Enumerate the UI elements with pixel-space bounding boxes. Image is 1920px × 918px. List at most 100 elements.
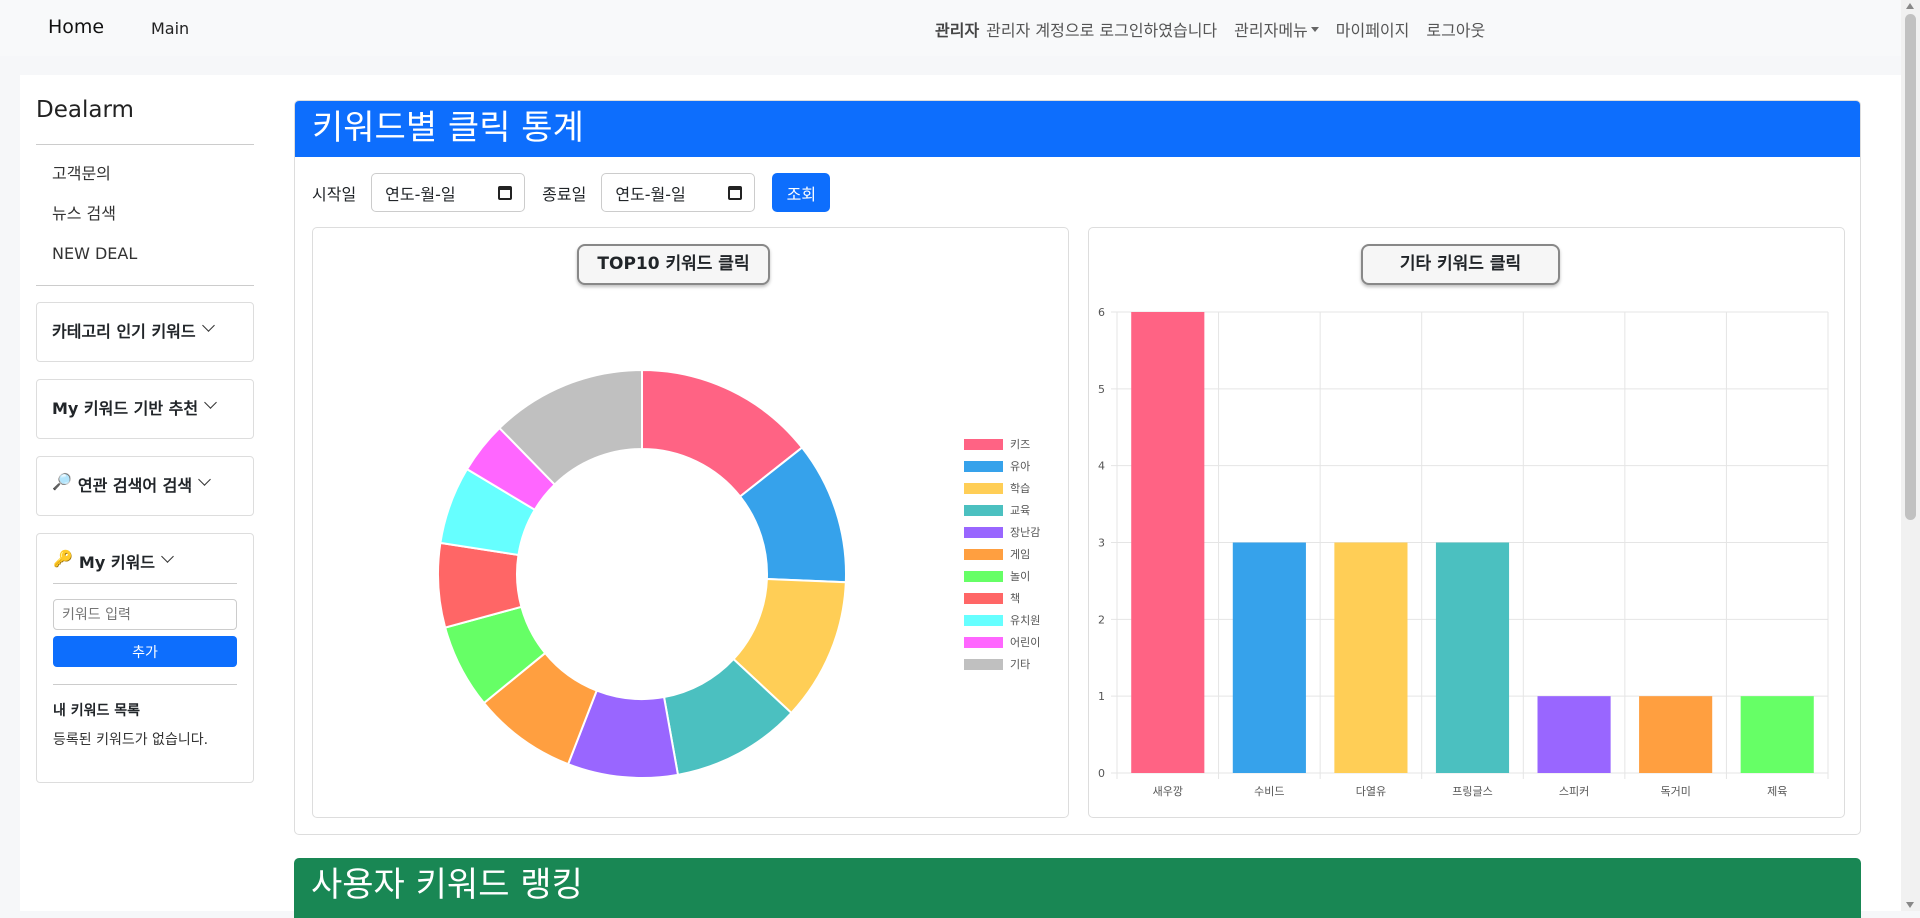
accordion-related-search[interactable]: 🔎 연관 검색어 검색: [36, 456, 254, 516]
calendar-icon[interactable]: [498, 185, 513, 200]
legend-swatch: [964, 636, 1003, 648]
sidebar-links: 고객문의 뉴스 검색 NEW DEAL: [36, 145, 254, 286]
login-message: 관리자 계정으로 로그인하였습니다: [986, 21, 1218, 40]
add-keyword-button[interactable]: 추가: [53, 636, 237, 667]
logout-link[interactable]: 로그아웃: [1426, 17, 1485, 41]
my-keyword-panel: 🔑 My 키워드 추가 내 키워드 목록 등록된 키워드가 없습니다.: [36, 533, 254, 783]
y-tick-label: 6: [1098, 306, 1105, 319]
legend-swatch: [964, 614, 1003, 626]
mypage-link[interactable]: 마이페이지: [1336, 17, 1410, 41]
my-keyword-list-title: 내 키워드 목록: [53, 703, 141, 719]
legend-label: 기타: [1010, 658, 1031, 671]
legend-label: 놀이: [1010, 570, 1031, 583]
search-button[interactable]: 조회: [772, 173, 831, 212]
start-date-label: 시작일: [312, 184, 357, 204]
legend-swatch: [964, 658, 1003, 670]
legend-swatch: [964, 460, 1003, 472]
my-keyword-empty-message: 등록된 키워드가 없습니다.: [53, 732, 209, 748]
sidebar-link-new-deal[interactable]: NEW DEAL: [52, 245, 254, 267]
legend-swatch: [964, 592, 1003, 604]
scroll-thumb[interactable]: [1905, 14, 1916, 520]
legend-item[interactable]: 어린이: [964, 631, 1040, 653]
legend-item[interactable]: 유아: [964, 455, 1040, 477]
sidebar: Dealarm 고객문의 뉴스 검색 NEW DEAL 카테고리 인기 키워드 …: [36, 95, 254, 783]
card-title: 키워드별 클릭 통계: [295, 101, 1860, 157]
y-tick-label: 4: [1098, 460, 1105, 473]
key-icon: 🔑: [53, 549, 73, 568]
end-date-input[interactable]: 연도-월-일: [601, 173, 756, 212]
legend-item[interactable]: 책: [964, 587, 1040, 609]
accordion-my-keyword-recommend[interactable]: My 키워드 기반 추천: [36, 379, 254, 439]
date-placeholder: 연도-월-일: [615, 184, 686, 204]
x-tick-label: 수비드: [1254, 785, 1284, 798]
sidebar-link-news-search[interactable]: 뉴스 검색: [52, 205, 254, 245]
y-tick-label: 5: [1098, 383, 1105, 396]
nav-main-link[interactable]: Main: [151, 19, 189, 38]
legend-item[interactable]: 놀이: [964, 565, 1040, 587]
legend-label: 책: [1010, 592, 1021, 605]
nav-home-link[interactable]: Home: [48, 16, 104, 38]
my-keyword-title: My 키워드: [78, 553, 156, 572]
x-tick-label: 새우깡: [1153, 785, 1183, 798]
donut-chart-legend: 키즈유아학습교육장난감 게임놀이책유치원어린이기타: [964, 433, 1040, 675]
accordion-category-popular[interactable]: 카테고리 인기 키워드: [36, 302, 254, 362]
admin-menu-label: 관리자메뉴: [1234, 21, 1308, 40]
accordion-label: My 키워드 기반 추천: [52, 399, 199, 418]
bar-4[interactable]: [1537, 696, 1611, 773]
legend-label: 유치원: [1010, 614, 1041, 627]
y-tick-label: 1: [1098, 690, 1105, 703]
keyword-click-stats-card: 키워드별 클릭 통계 시작일 연도-월-일 종료일 연도-월-일 조회 TOP1…: [294, 100, 1861, 835]
keyword-input[interactable]: [53, 599, 237, 630]
chevron-down-icon: [161, 550, 174, 563]
bar-1[interactable]: [1232, 542, 1306, 774]
x-tick-label: 다열유: [1356, 785, 1386, 798]
chevron-down-icon: [198, 473, 211, 486]
legend-swatch: [964, 438, 1003, 450]
magnifier-icon: 🔎: [52, 472, 72, 491]
sidebar-brand[interactable]: Dealarm: [36, 95, 254, 145]
date-placeholder: 연도-월-일: [385, 184, 456, 204]
legend-item[interactable]: 학습: [964, 477, 1040, 499]
caret-down-icon: [1310, 26, 1319, 32]
user-role: 관리자: [935, 21, 980, 40]
bar-2[interactable]: [1334, 542, 1408, 774]
legend-item[interactable]: 교육: [964, 499, 1040, 521]
legend-label: 교육: [1010, 504, 1031, 517]
scroll-up-arrow-icon[interactable]: [1906, 3, 1914, 9]
bar-3[interactable]: [1435, 542, 1510, 774]
page-scrollbar[interactable]: [1901, 0, 1920, 911]
top10-chart-panel: TOP10 키워드 클릭 키즈 유아 학습 교육 장난감 게임 놀이 책 유치원 어린이 기타: [312, 227, 1069, 818]
admin-menu-dropdown[interactable]: 관리자메뉴: [1234, 17, 1319, 41]
y-tick-label: 3: [1098, 537, 1105, 550]
calendar-icon[interactable]: [728, 185, 743, 200]
user-keyword-ranking-card: 사용자 키워드 랭킹: [294, 858, 1861, 918]
legend-swatch: [964, 570, 1003, 582]
bar-chart: 0 1 2 3 4 5 6 새우깡 수비드 다열유 프링글스 스피커 독거미 제육: [1098, 306, 1829, 798]
x-tick-label: 프링글스: [1452, 785, 1492, 798]
bar-0[interactable]: [1131, 312, 1205, 773]
legend-label: 어린이: [1010, 636, 1041, 649]
legend-label: 유아: [1010, 460, 1031, 473]
legend-item[interactable]: 장난감: [964, 521, 1040, 543]
other-keyword-chart-panel: 기타 키워드 클릭 0 1 2 3 4 5 6 새우깡 수비드 다열유 프링글스 스피커 독거미 제육: [1088, 227, 1845, 818]
legend-label: 키즈: [1010, 438, 1031, 451]
legend-swatch: [964, 482, 1003, 494]
legend-item[interactable]: 게임: [964, 543, 1040, 565]
legend-swatch: [964, 526, 1003, 538]
sidebar-link-inquiry[interactable]: 고객문의: [52, 165, 254, 205]
bar-6[interactable]: [1740, 696, 1814, 773]
donut-chart: [437, 368, 847, 779]
start-date-input[interactable]: 연도-월-일: [371, 173, 526, 212]
date-filter-bar: 시작일 연도-월-일 종료일 연도-월-일 조회: [312, 173, 831, 212]
scroll-down-arrow-icon[interactable]: [1906, 902, 1914, 908]
my-keyword-toggle[interactable]: 🔑 My 키워드: [53, 549, 237, 584]
bar-5[interactable]: [1639, 696, 1713, 773]
accordion-label: 카테고리 인기 키워드: [52, 322, 196, 341]
x-tick-label: 스피커: [1559, 785, 1589, 798]
x-tick-label: 제육: [1767, 785, 1787, 798]
legend-item[interactable]: 유치원: [964, 609, 1040, 631]
nav-user-area: 관리자 관리자 계정으로 로그인하였습니다 관리자메뉴 마이페이지 로그아웃: [935, 17, 1485, 41]
legend-item[interactable]: 키즈: [964, 433, 1040, 455]
legend-item[interactable]: 기타: [964, 653, 1040, 675]
end-date-label: 종료일: [542, 184, 587, 204]
